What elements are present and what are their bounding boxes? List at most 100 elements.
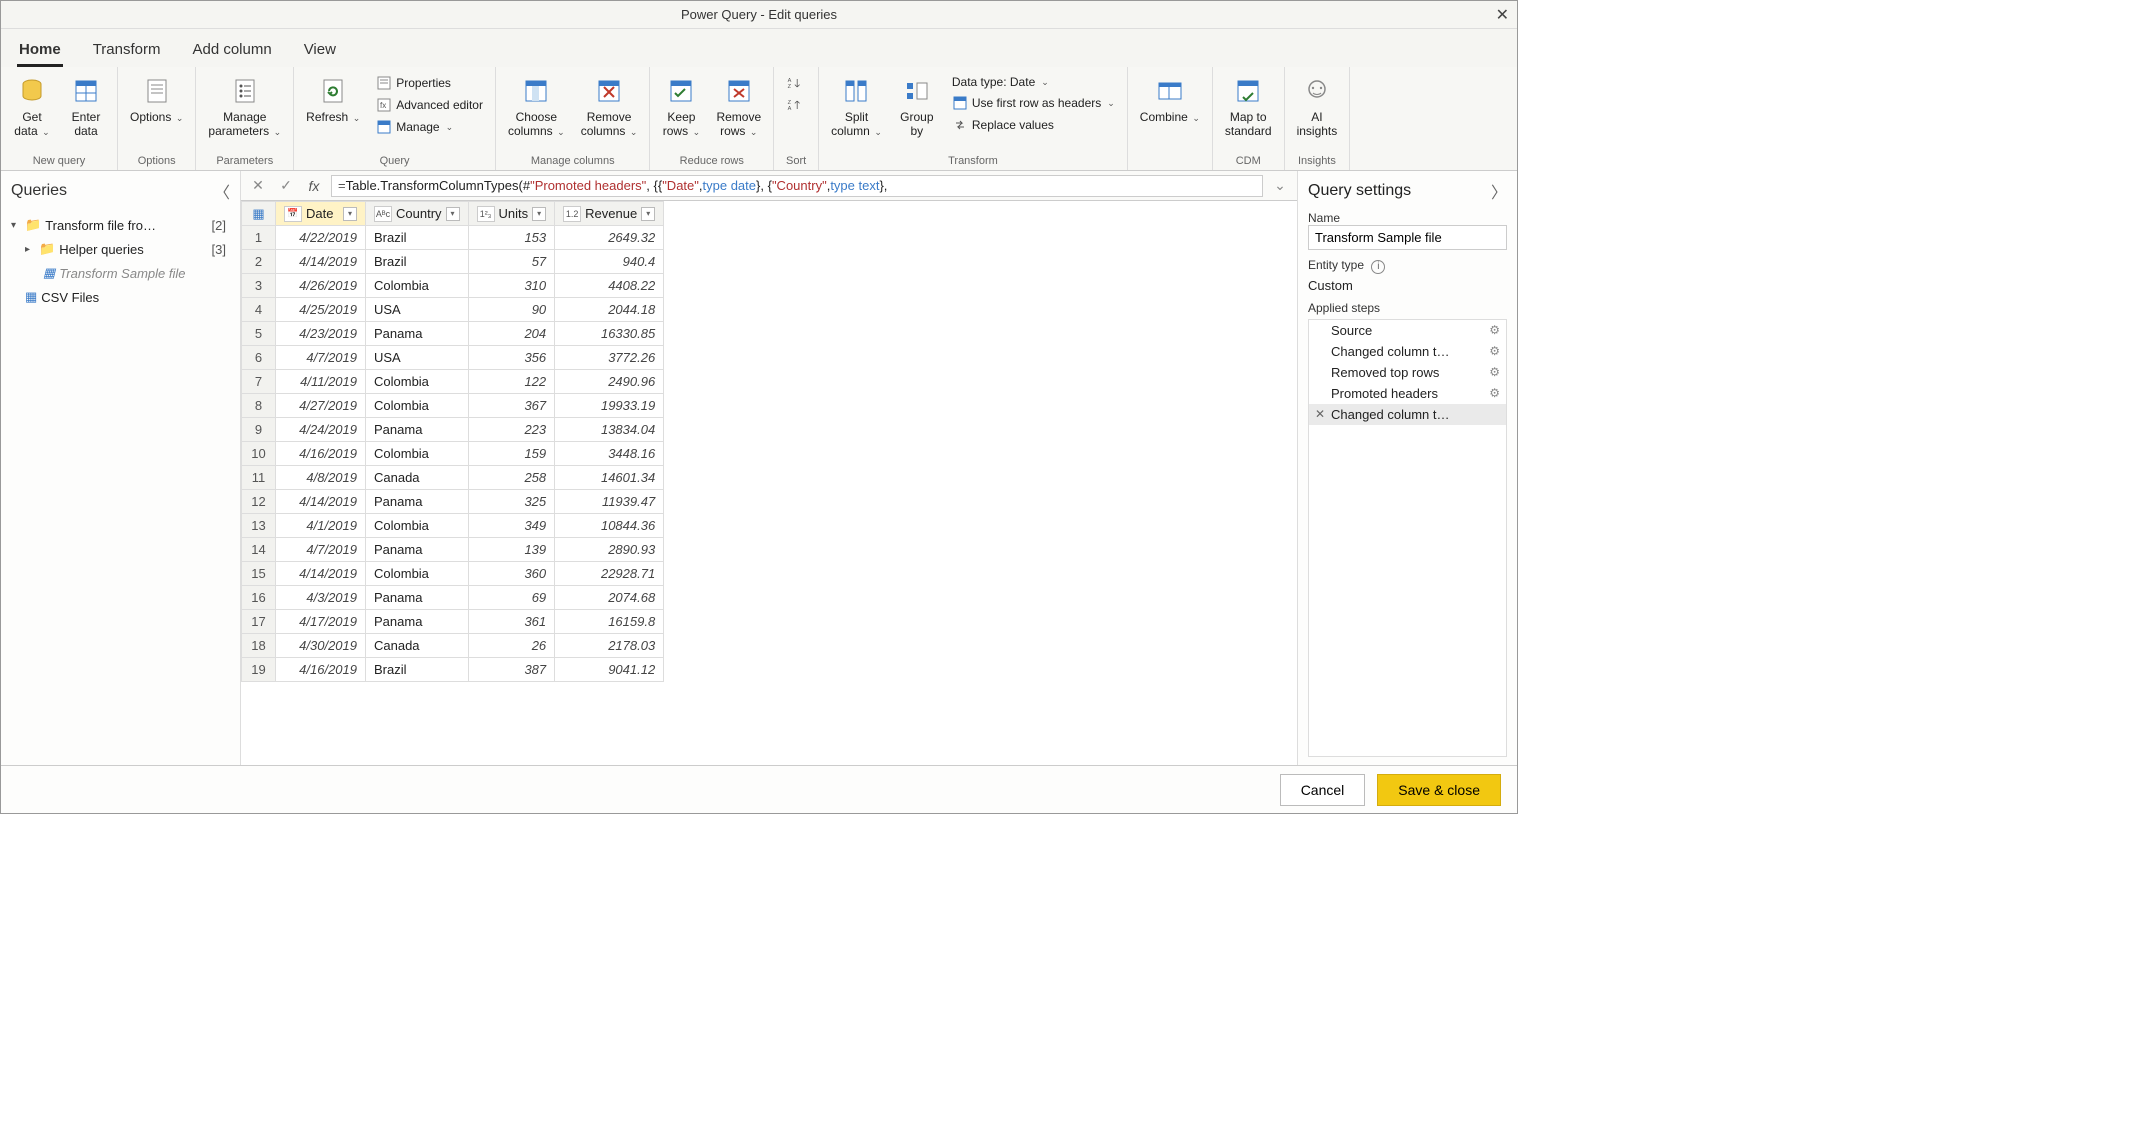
cell-date[interactable]: 4/27/2019 [276,394,366,418]
cell-units[interactable]: 367 [468,394,555,418]
ribbon-item[interactable]: fxAdvanced editor [372,95,487,115]
column-header[interactable]: AᴮcCountry▾ [366,202,469,226]
ribbon-button[interactable]: AIinsights [1293,71,1342,141]
table-row[interactable]: 14/22/2019Brazil1532649.32 [242,226,664,250]
tab-transform[interactable]: Transform [91,37,163,67]
queries-folder[interactable]: ▸📁Helper queries[3] [7,237,234,261]
table-row[interactable]: 64/7/2019USA3563772.26 [242,346,664,370]
cell-date[interactable]: 4/26/2019 [276,274,366,298]
ribbon-item[interactable]: Data type: Date⌄ [948,73,1119,91]
ribbon-item[interactable]: ZA [782,95,810,115]
cell-country[interactable]: Canada [366,634,469,658]
cell-revenue[interactable]: 2044.18 [555,298,664,322]
cell-country[interactable]: Colombia [366,514,469,538]
cell-country[interactable]: Colombia [366,370,469,394]
cell-date[interactable]: 4/16/2019 [276,658,366,682]
cell-date[interactable]: 4/3/2019 [276,586,366,610]
ribbon-button[interactable]: Manageparameters ⌄ [204,71,285,141]
cell-units[interactable]: 122 [468,370,555,394]
cell-country[interactable]: Canada [366,466,469,490]
cell-country[interactable]: Colombia [366,274,469,298]
type-icon[interactable]: 1.2 [563,206,581,222]
cell-date[interactable]: 4/8/2019 [276,466,366,490]
data-grid-wrap[interactable]: ▦📅Date▾AᴮcCountry▾1²₃Units▾1.2Revenue▾14… [241,201,1297,765]
table-row[interactable]: 134/1/2019Colombia34910844.36 [242,514,664,538]
cancel-button[interactable]: Cancel [1280,774,1366,806]
ribbon-button[interactable]: Splitcolumn ⌄ [827,71,886,141]
cell-revenue[interactable]: 2890.93 [555,538,664,562]
cell-units[interactable]: 360 [468,562,555,586]
filter-icon[interactable]: ▾ [446,207,460,221]
cell-units[interactable]: 349 [468,514,555,538]
cell-units[interactable]: 26 [468,634,555,658]
cell-units[interactable]: 69 [468,586,555,610]
formula-commit-icon[interactable]: ✓ [275,177,297,194]
table-row[interactable]: 184/30/2019Canada262178.03 [242,634,664,658]
table-row[interactable]: 124/14/2019Panama32511939.47 [242,490,664,514]
ribbon-item[interactable]: Properties [372,73,487,93]
cell-units[interactable]: 325 [468,490,555,514]
cell-units[interactable]: 258 [468,466,555,490]
cell-date[interactable]: 4/14/2019 [276,490,366,514]
cell-date[interactable]: 4/17/2019 [276,610,366,634]
cell-country[interactable]: Panama [366,586,469,610]
cell-country[interactable]: Panama [366,322,469,346]
cell-revenue[interactable]: 16330.85 [555,322,664,346]
cell-date[interactable]: 4/24/2019 [276,418,366,442]
ribbon-button[interactable]: Keeprows ⌄ [658,71,704,141]
cell-revenue[interactable]: 4408.22 [555,274,664,298]
tab-add-column[interactable]: Add column [190,37,273,67]
cell-date[interactable]: 4/7/2019 [276,538,366,562]
cell-units[interactable]: 139 [468,538,555,562]
cell-revenue[interactable]: 3448.16 [555,442,664,466]
ribbon-item[interactable]: Manage⌄ [372,117,487,137]
cell-units[interactable]: 387 [468,658,555,682]
applied-step[interactable]: Removed top rows⚙ [1309,362,1506,383]
cell-revenue[interactable]: 2490.96 [555,370,664,394]
cell-country[interactable]: Brazil [366,226,469,250]
table-row[interactable]: 54/23/2019Panama20416330.85 [242,322,664,346]
cell-country[interactable]: Panama [366,538,469,562]
applied-step[interactable]: Changed column t…⚙ [1309,341,1506,362]
applied-step[interactable]: Source⚙ [1309,320,1506,341]
cell-units[interactable]: 90 [468,298,555,322]
table-row[interactable]: 44/25/2019USA902044.18 [242,298,664,322]
cell-revenue[interactable]: 940.4 [555,250,664,274]
ribbon-button[interactable]: Groupby [894,71,940,141]
cell-units[interactable]: 356 [468,346,555,370]
fx-icon[interactable]: fx [303,178,325,194]
table-row[interactable]: 34/26/2019Colombia3104408.22 [242,274,664,298]
cell-date[interactable]: 4/22/2019 [276,226,366,250]
queries-folder[interactable]: ▾📁Transform file fro…[2] [7,213,234,237]
cell-revenue[interactable]: 2074.68 [555,586,664,610]
cell-units[interactable]: 204 [468,322,555,346]
queries-item[interactable]: ▦CSV Files [7,285,234,309]
collapse-queries-icon[interactable]: 〈 [214,179,230,203]
cell-country[interactable]: Brazil [366,658,469,682]
cell-country[interactable]: Colombia [366,442,469,466]
filter-icon[interactable]: ▾ [532,207,546,221]
collapse-settings-icon[interactable]: 〉 [1491,179,1507,203]
gear-icon[interactable]: ⚙ [1489,365,1500,379]
cell-revenue[interactable]: 16159.8 [555,610,664,634]
ribbon-item[interactable]: AZ [782,73,810,93]
table-row[interactable]: 194/16/2019Brazil3879041.12 [242,658,664,682]
type-icon[interactable]: 1²₃ [477,206,495,222]
ribbon-item[interactable]: Replace values [948,115,1119,135]
cell-units[interactable]: 310 [468,274,555,298]
gear-icon[interactable]: ⚙ [1489,344,1500,358]
cell-revenue[interactable]: 10844.36 [555,514,664,538]
cell-revenue[interactable]: 11939.47 [555,490,664,514]
cell-date[interactable]: 4/14/2019 [276,562,366,586]
ribbon-button[interactable]: Removerows ⌄ [712,71,765,141]
cell-units[interactable]: 153 [468,226,555,250]
table-row[interactable]: 24/14/2019Brazil57940.4 [242,250,664,274]
ribbon-button[interactable]: Map tostandard [1221,71,1276,141]
filter-icon[interactable]: ▾ [343,207,357,221]
cell-revenue[interactable]: 2649.32 [555,226,664,250]
type-icon[interactable]: Aᴮc [374,206,392,222]
cell-date[interactable]: 4/16/2019 [276,442,366,466]
query-name-input[interactable] [1308,225,1507,250]
tab-home[interactable]: Home [17,37,63,67]
ribbon-button[interactable]: Combine ⌄ [1136,71,1204,127]
